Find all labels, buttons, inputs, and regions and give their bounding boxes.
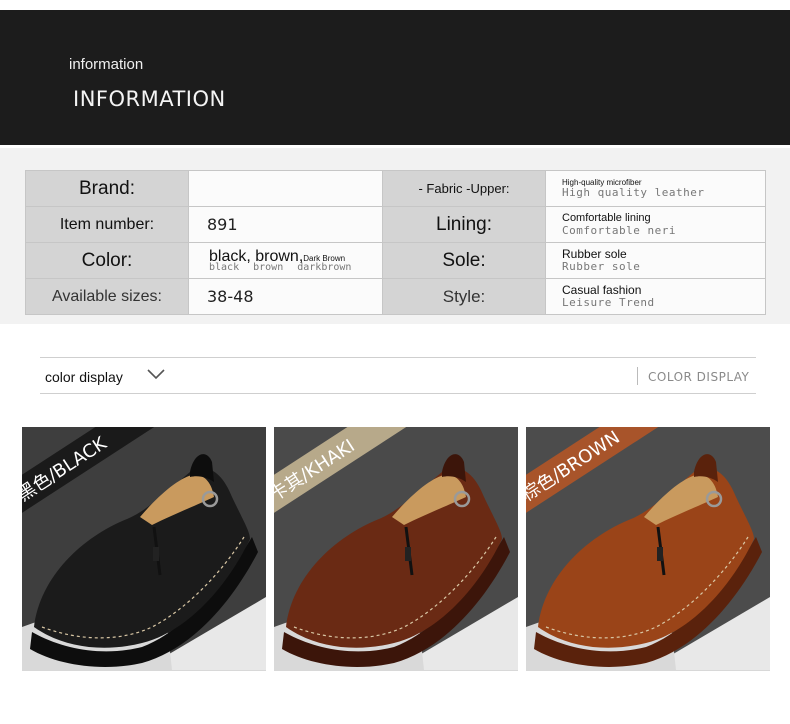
lining-label: Lining: bbox=[382, 206, 546, 243]
color-value-cell: black, brown,Dark Brown black brown dark… bbox=[188, 242, 383, 279]
card-underline bbox=[526, 670, 770, 671]
product-card-khaki[interactable]: 卡其/KHAKI bbox=[274, 427, 518, 670]
style-label: Style: bbox=[382, 278, 546, 315]
card-underline bbox=[22, 670, 266, 671]
table-row: Available sizes: 38-48 Style: Casual fas… bbox=[25, 278, 766, 315]
product-image: 黑色/BLACK bbox=[22, 427, 266, 670]
table-row: Brand: - Fabric -Upper: High-quality mic… bbox=[25, 170, 766, 207]
item-number-value: 891 bbox=[188, 206, 383, 243]
product-info-table: Brand: - Fabric -Upper: High-quality mic… bbox=[25, 170, 766, 315]
color-display-divider bbox=[637, 367, 638, 385]
fabric-label: - Fabric -Upper: bbox=[382, 170, 546, 207]
table-row: Color: black, brown,Dark Brown black bro… bbox=[25, 242, 766, 279]
product-image: 卡其/KHAKI bbox=[274, 427, 518, 670]
zipper-pull bbox=[153, 547, 159, 561]
brand-value bbox=[188, 170, 383, 207]
table-row: Item number: 891 Lining: Comfortable lin… bbox=[25, 206, 766, 243]
brand-label: Brand: bbox=[25, 170, 189, 207]
style-sub: Leisure Trend bbox=[562, 296, 655, 310]
item-number-label: Item number: bbox=[25, 206, 189, 243]
color-display-bottom-line bbox=[40, 393, 756, 394]
color-display-label: color display bbox=[45, 369, 123, 385]
zipper-pull bbox=[657, 547, 663, 561]
sizes-value: 38-48 bbox=[188, 278, 383, 315]
sole-label: Sole: bbox=[382, 242, 546, 279]
zipper-pull bbox=[405, 547, 411, 561]
color-display-top-line bbox=[40, 357, 756, 358]
sole-value-cell: Rubber sole Rubber sole bbox=[545, 242, 766, 279]
sizes-label: Available sizes: bbox=[25, 278, 189, 315]
lining-value-cell: Comfortable lining Comfortable neri bbox=[545, 206, 766, 243]
fabric-value-cell: High-quality microfiber High quality lea… bbox=[545, 170, 766, 207]
product-image: 棕色/BROWN bbox=[526, 427, 770, 670]
banner-title: INFORMATION bbox=[73, 87, 226, 111]
banner-subtitle: information bbox=[69, 56, 144, 73]
color-sub: black brown darkbrown bbox=[209, 262, 352, 273]
header-banner bbox=[0, 10, 790, 145]
lining-value: Comfortable lining bbox=[562, 211, 651, 224]
sole-sub: Rubber sole bbox=[562, 260, 641, 274]
card-underline bbox=[274, 670, 518, 671]
chevron-down-icon[interactable] bbox=[146, 368, 166, 380]
style-value-cell: Casual fashion Leisure Trend bbox=[545, 278, 766, 315]
color-display-right-label: COLOR DISPLAY bbox=[648, 370, 750, 384]
lining-sub: Comfortable neri bbox=[562, 223, 676, 237]
product-card-brown[interactable]: 棕色/BROWN bbox=[526, 427, 770, 670]
color-label: Color: bbox=[25, 242, 189, 279]
fabric-sub: High quality leather bbox=[562, 185, 705, 199]
product-card-black[interactable]: 黑色/BLACK bbox=[22, 427, 266, 670]
